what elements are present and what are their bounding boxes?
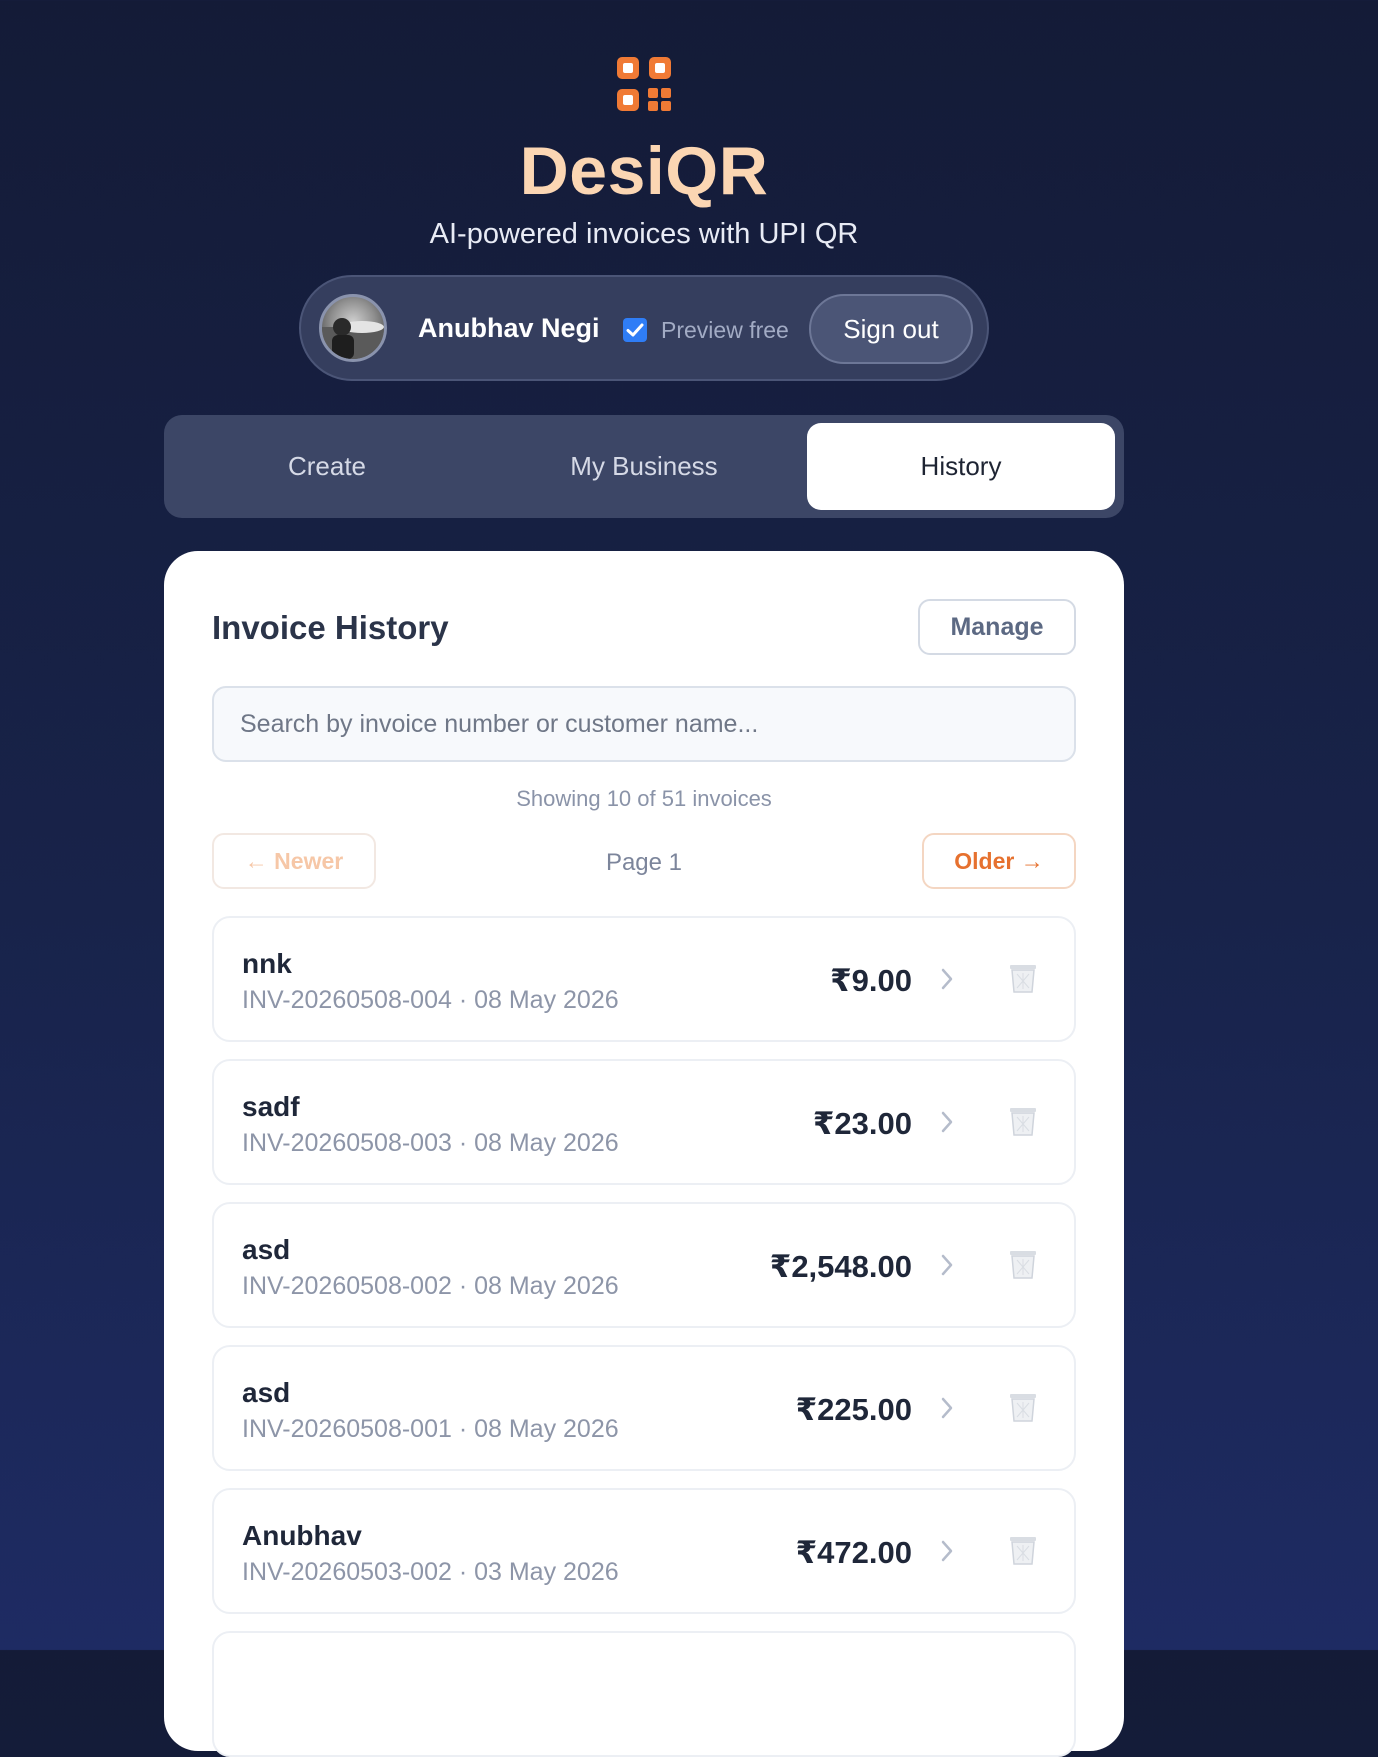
chevron-right-icon[interactable]	[940, 1538, 954, 1564]
preview-free-checkbox[interactable]	[623, 318, 647, 342]
invoice-row[interactable]: nnk INV-20260508-004 · 08 May 2026 ₹9.00	[212, 916, 1076, 1042]
results-count: Showing 10 of 51 invoices	[516, 786, 772, 811]
search-input[interactable]	[212, 686, 1076, 762]
invoice-meta: INV-20260508-001 · 08 May 2026	[242, 1415, 619, 1443]
chevron-right-icon[interactable]	[940, 966, 954, 992]
invoice-amount: ₹225.00	[795, 1392, 912, 1427]
invoice-row[interactable]: asd INV-20260508-002 · 08 May 2026 ₹2,54…	[212, 1202, 1076, 1328]
invoice-customer: Anubhav	[242, 1520, 362, 1551]
invoice-meta: INV-20260508-004 · 08 May 2026	[242, 986, 619, 1014]
older-page-button[interactable]: Older →	[922, 833, 1076, 889]
invoice-customer: nnk	[242, 948, 292, 979]
trash-icon[interactable]	[1008, 962, 1038, 994]
preview-free-label: Preview free	[661, 317, 789, 343]
invoice-row[interactable]: asd INV-20260508-001 · 08 May 2026 ₹225.…	[212, 1345, 1076, 1471]
invoice-customer: asd	[242, 1377, 291, 1408]
trash-icon[interactable]	[1008, 1534, 1038, 1566]
main-tabs: Create My Business History	[164, 415, 1124, 518]
invoice-meta: INV-20260503-002 · 03 May 2026	[242, 1558, 619, 1586]
invoice-amount: ₹472.00	[795, 1535, 912, 1570]
app-tagline: AI-powered invoices with UPI QR	[429, 218, 859, 250]
tab-my-business[interactable]: My Business	[490, 423, 798, 510]
invoice-meta: INV-20260508-003 · 08 May 2026	[242, 1129, 619, 1157]
app-title: DesiQR	[519, 133, 769, 209]
tab-history[interactable]: History	[807, 423, 1115, 510]
invoice-amount: ₹23.00	[812, 1106, 912, 1141]
user-bar: Anubhav Negi Preview free Sign out	[299, 275, 989, 381]
invoice-customer: asd	[242, 1234, 291, 1265]
section-title: Invoice History	[212, 609, 449, 646]
invoice-row[interactable]: sadf INV-20260508-003 · 08 May 2026 ₹23.…	[212, 1059, 1076, 1185]
invoice-amount: ₹9.00	[830, 963, 912, 998]
chevron-right-icon[interactable]	[940, 1109, 954, 1135]
user-name: Anubhav Negi	[418, 313, 600, 343]
invoice-row[interactable]: Anubhav INV-20260503-002 · 03 May 2026 ₹…	[212, 1488, 1076, 1614]
trash-icon[interactable]	[1008, 1248, 1038, 1280]
manage-button[interactable]: Manage	[918, 599, 1076, 655]
invoice-customer: sadf	[242, 1091, 300, 1122]
sign-out-button[interactable]: Sign out	[809, 294, 973, 364]
desiqr-logo-icon	[617, 57, 671, 111]
invoice-meta: INV-20260508-002 · 08 May 2026	[242, 1272, 619, 1300]
avatar-photo-icon	[322, 318, 384, 359]
avatar[interactable]	[319, 294, 387, 362]
invoice-amount: ₹2,548.00	[769, 1249, 912, 1284]
chevron-right-icon[interactable]	[940, 1252, 954, 1278]
trash-icon[interactable]	[1008, 1105, 1038, 1137]
trash-icon[interactable]	[1008, 1391, 1038, 1423]
chevron-right-icon[interactable]	[940, 1395, 954, 1421]
tab-create[interactable]: Create	[173, 423, 481, 510]
invoice-history-card: Invoice History Manage Showing 10 of 51 …	[164, 551, 1124, 1757]
checkmark-icon	[626, 323, 644, 337]
